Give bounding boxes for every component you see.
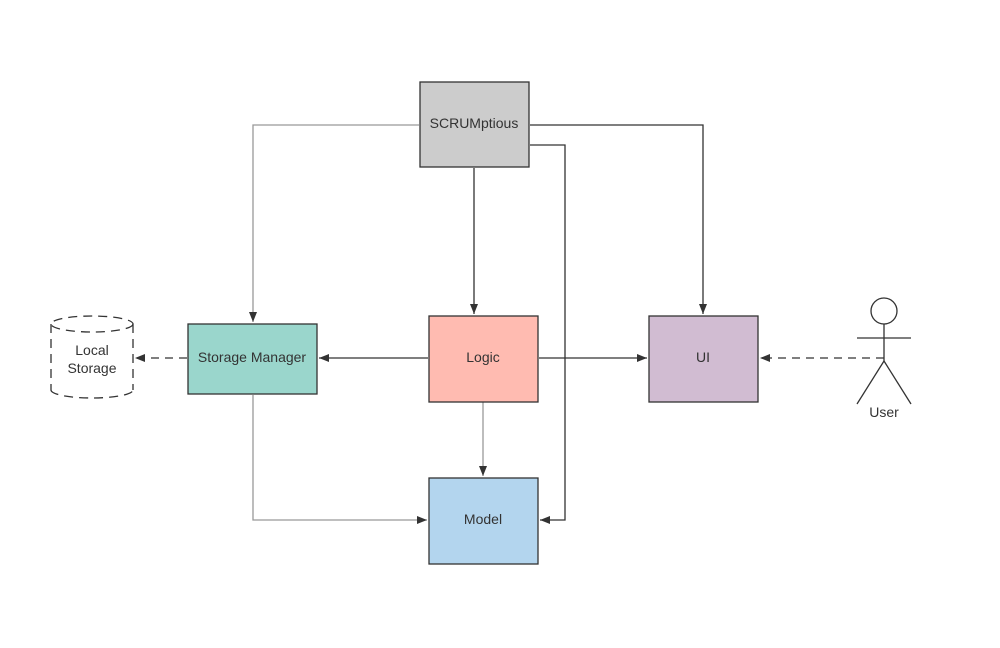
node-model[interactable]: Model [428, 477, 539, 565]
node-storage-manager-label: Storage Manager [198, 349, 307, 365]
user-actor-icon [856, 297, 912, 405]
node-ui-label: UI [696, 349, 710, 365]
node-local-storage-label-line2: Storage [67, 360, 116, 376]
node-scrumptious[interactable]: SCRUMptious [419, 81, 530, 168]
node-ui[interactable]: UI [648, 315, 759, 403]
edge-scrumptious-to-ui [530, 124, 707, 314]
edge-storage-manager-to-model [252, 395, 427, 524]
node-storage-manager[interactable]: Storage Manager [187, 323, 318, 395]
node-local-storage[interactable]: Local Storage [50, 315, 134, 399]
node-user[interactable]: User [856, 297, 912, 420]
node-user-label: User [869, 404, 899, 420]
node-scrumptious-label: SCRUMptious [430, 115, 519, 131]
node-logic[interactable]: Logic [428, 315, 539, 403]
node-model-label: Model [464, 511, 502, 527]
edge-scrumptious-to-storage-manager [249, 124, 419, 322]
node-logic-label: Logic [466, 349, 499, 365]
architecture-diagram: SCRUMptious Storage Manager Logic UI Mod… [50, 81, 912, 565]
node-local-storage-label-line1: Local [75, 342, 108, 358]
